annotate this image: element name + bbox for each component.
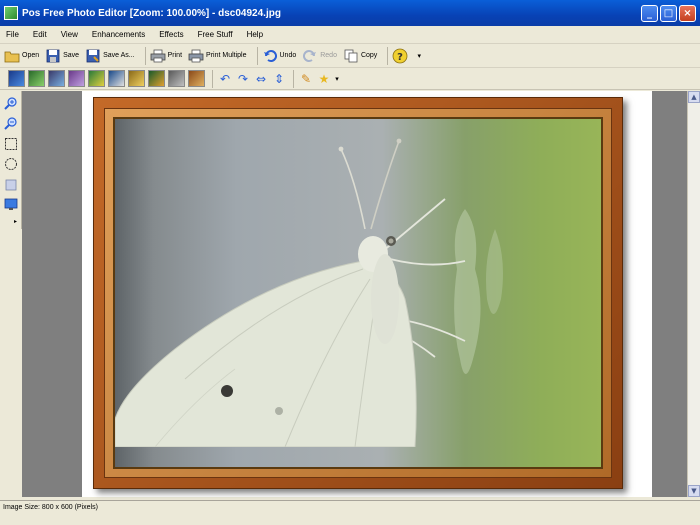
menu-view[interactable]: View	[61, 30, 78, 39]
zoom-out-icon[interactable]	[3, 116, 19, 132]
menu-enhancements[interactable]: Enhancements	[92, 30, 145, 39]
save-label: Save	[63, 52, 80, 59]
effect-icon-2[interactable]	[28, 70, 45, 87]
tool-panel: ▸	[0, 91, 22, 229]
minimize-button[interactable]: _	[641, 4, 658, 22]
window-title: Pos Free Photo Editor [Zoom: 100.00%] - …	[22, 7, 281, 19]
print-multiple-icon	[188, 48, 204, 64]
flip-horizontal-icon[interactable]: ⇔	[253, 71, 269, 87]
menu-bar: File Edit View Enhancements Effects Free…	[0, 26, 700, 44]
menu-file[interactable]: File	[6, 30, 19, 39]
toolbar-separator	[256, 46, 258, 65]
image-canvas[interactable]	[22, 91, 687, 497]
menu-help[interactable]: Help	[247, 30, 263, 39]
vertical-scrollbar[interactable]: ▲ ▼	[687, 91, 700, 497]
undo-icon	[262, 48, 278, 64]
rectangle-select-icon[interactable]	[3, 136, 19, 152]
redo-button[interactable]: Redo	[302, 46, 337, 66]
floppy-disk-icon	[45, 48, 61, 64]
status-bar: Image Size: 800 x 600 (Pixels)	[0, 500, 700, 514]
print-multiple-button[interactable]: Print Multiple	[188, 46, 247, 66]
scroll-up-arrow-icon[interactable]: ▲	[688, 91, 700, 103]
maximize-button[interactable]: □	[660, 4, 677, 22]
copy-label: Copy	[360, 52, 378, 59]
svg-text:?: ?	[397, 52, 403, 63]
copy-icon	[343, 48, 359, 64]
toolbar-separator	[293, 69, 294, 88]
effect-icon-3[interactable]	[48, 70, 65, 87]
ellipse-select-icon[interactable]	[3, 157, 19, 173]
scroll-down-arrow-icon[interactable]: ▼	[688, 485, 700, 497]
flip-vertical-icon[interactable]: ⇕	[271, 71, 287, 87]
effect-icon-4[interactable]	[68, 70, 85, 87]
toolbar-overflow-icon[interactable]: ▾	[416, 48, 422, 64]
menu-edit[interactable]: Edit	[33, 30, 47, 39]
zoom-in-icon[interactable]	[3, 95, 19, 111]
lasso-select-icon[interactable]	[3, 177, 19, 193]
effect-icon-6[interactable]	[108, 70, 125, 87]
effect-icon-8[interactable]	[148, 70, 165, 87]
undo-label: Undo	[279, 52, 297, 59]
magic-wand-icon[interactable]: ✎	[298, 71, 314, 87]
butterfly-photo[interactable]	[113, 117, 603, 469]
printer-icon	[150, 48, 166, 64]
toolbar-separator	[387, 46, 389, 65]
close-button[interactable]: ×	[679, 4, 696, 22]
print-label: Print	[167, 52, 183, 59]
image-size-status: Image Size: 800 x 600 (Pixels)	[3, 504, 98, 511]
photo-frame-inner	[104, 108, 612, 478]
redo-label: Redo	[320, 52, 337, 59]
help-question-icon: ?	[392, 48, 408, 64]
menu-effects[interactable]: Effects	[159, 30, 183, 39]
toolbar-separator	[144, 46, 146, 65]
effect-icon-1[interactable]	[8, 70, 25, 87]
save-as-button[interactable]: Save As...	[85, 46, 135, 66]
effect-icon-10[interactable]	[188, 70, 205, 87]
open-label: Open	[22, 52, 40, 59]
print-button[interactable]: Print	[150, 46, 182, 66]
monitor-icon[interactable]	[3, 198, 19, 214]
print-multiple-label: Print Multiple	[206, 52, 247, 59]
menu-free-stuff[interactable]: Free Stuff	[198, 30, 233, 39]
rotate-right-icon[interactable]: ↷	[235, 71, 251, 87]
window-bottom-edge	[0, 514, 700, 525]
effect-icon-7[interactable]	[128, 70, 145, 87]
toolbar-overflow-icon[interactable]: ▾	[334, 71, 340, 87]
redo-icon	[302, 48, 318, 64]
effect-icon-9[interactable]	[168, 70, 185, 87]
undo-button[interactable]: Undo	[262, 46, 297, 66]
app-icon	[4, 6, 18, 20]
open-button[interactable]: Open	[4, 46, 39, 66]
folder-icon	[4, 48, 20, 64]
save-as-label: Save As...	[103, 52, 135, 59]
help-button[interactable]: ?	[392, 46, 410, 66]
save-button[interactable]: Save	[45, 46, 79, 66]
effects-toolbar: ↶ ↷ ⇔ ⇕ ✎ ★ ▾	[0, 68, 700, 90]
title-bar: Pos Free Photo Editor [Zoom: 100.00%] - …	[0, 0, 700, 26]
rotate-left-icon[interactable]: ↶	[217, 71, 233, 87]
star-icon[interactable]: ★	[316, 71, 332, 87]
photo-frame	[93, 97, 623, 489]
butterfly-illustration	[115, 138, 503, 447]
effect-icon-5[interactable]	[88, 70, 105, 87]
toolbar-separator	[212, 69, 213, 88]
tool-panel-background	[0, 229, 22, 497]
copy-button[interactable]: Copy	[343, 46, 377, 66]
main-toolbar: Open Save Save As... Print Print Multipl…	[0, 44, 700, 68]
save-as-icon	[85, 48, 101, 64]
